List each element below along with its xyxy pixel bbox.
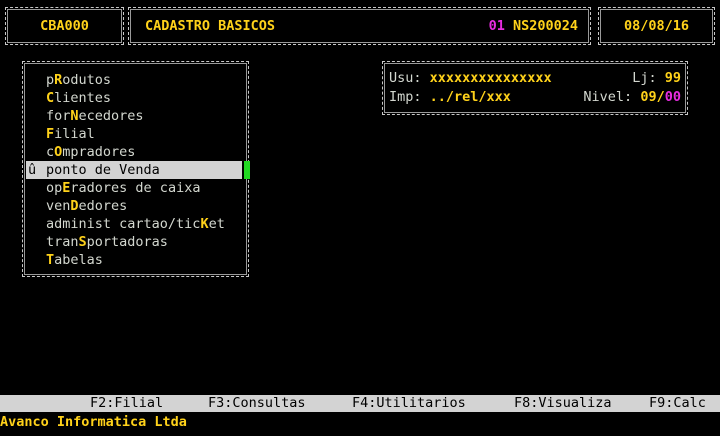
- level-max: 00: [664, 89, 681, 105]
- menu-item-hotkey: T: [46, 252, 55, 268]
- menu-item-label-end: edores: [78, 198, 128, 214]
- menu-item-label-start: ven: [46, 198, 71, 214]
- printer-row: Imp: ../rel/xxx Nivel: 09/00: [389, 88, 681, 107]
- user-value: xxxxxxxxxxxxxxx: [429, 70, 552, 86]
- menu-item-label-start: c: [46, 144, 55, 160]
- printer-label: Imp:: [389, 89, 422, 105]
- menu-item-label-end: portadoras: [86, 234, 168, 250]
- menu-item-label-end: enda: [127, 162, 160, 178]
- function-key-2[interactable]: F3:Consultas: [208, 395, 306, 412]
- menu-item-hotkey: K: [200, 216, 209, 232]
- menu-item[interactable]: forNecedores: [23, 107, 248, 125]
- program-code-box: CBA000: [5, 7, 124, 45]
- menu-item-label-start: administ cartao/tic: [46, 216, 201, 232]
- function-key-4[interactable]: F8:Visualiza: [514, 395, 612, 412]
- menu-item[interactable]: cOmpradores: [23, 143, 248, 161]
- level-label: Nivel:: [583, 89, 633, 105]
- menu-item-hotkey: N: [70, 108, 79, 124]
- program-code: CBA000: [40, 18, 89, 34]
- company-code: 01: [488, 18, 505, 34]
- session-info-panel: Usu: xxxxxxxxxxxxxxx Lj: 99 Imp: ../rel/…: [382, 61, 688, 115]
- menu-item-label-end: ilial: [54, 126, 95, 142]
- menu-item-label-end: ecedores: [78, 108, 144, 124]
- selection-marker: û: [28, 162, 37, 178]
- menu-item-hotkey: C: [46, 90, 55, 106]
- station-code: NS200024: [512, 18, 578, 34]
- menu-item[interactable]: Clientes: [23, 89, 248, 107]
- menu-item-label-end: et: [208, 216, 225, 232]
- store-value: 99: [664, 70, 681, 86]
- menu-item-label-end: radores de caixa: [70, 180, 201, 196]
- station-info: 01 NS200024: [489, 18, 578, 34]
- menu-item[interactable]: pRodutos: [23, 71, 248, 89]
- printer-value: ../rel/xxx: [429, 89, 511, 105]
- store-label: Lj:: [632, 70, 657, 86]
- menu-item[interactable]: opEradores de caixa: [23, 179, 248, 197]
- menu-item-label-end: lientes: [54, 90, 112, 106]
- menu-item-label-end: mpradores: [62, 144, 136, 160]
- title-box: CADASTRO BASICOS 01 NS200024: [128, 7, 591, 45]
- function-key-bar: F2:Filial F3:Consultas F4:Utilitarios F8:Vi…: [0, 395, 720, 412]
- menu-item[interactable]: û ponto de Venda: [26, 161, 250, 179]
- menu-item-hotkey: F: [46, 126, 55, 142]
- menu-item-label-start: ponto de: [46, 162, 120, 178]
- menu-item[interactable]: tranSportadoras: [23, 233, 248, 251]
- date-box: 08/08/16: [598, 7, 715, 45]
- menu-item[interactable]: Tabelas: [23, 251, 248, 269]
- menu-item-label-start: op: [46, 180, 63, 196]
- menu-item-label-end: abelas: [54, 252, 103, 268]
- current-date: 08/08/16: [623, 18, 690, 34]
- menu-item-hotkey: S: [78, 234, 87, 250]
- function-key-5[interactable]: F9:Calc: [649, 395, 706, 412]
- menu-item-hotkey: D: [70, 198, 79, 214]
- function-key-3[interactable]: F4:Utilitarios: [352, 395, 466, 412]
- level-separator: /: [656, 89, 665, 105]
- level-value: 09: [640, 89, 657, 105]
- user-row: Usu: xxxxxxxxxxxxxxx Lj: 99: [389, 69, 681, 88]
- menu-item-label-start: p: [46, 72, 55, 88]
- menu-item[interactable]: venDedores: [23, 197, 248, 215]
- menu-item-label-end: odutos: [62, 72, 112, 88]
- main-menu: pRodutos Clientes forNecedores Filial cOmpra…: [22, 61, 250, 277]
- function-key-1[interactable]: F2:Filial: [90, 395, 163, 412]
- text-cursor: [242, 161, 250, 179]
- menu-item-label-start: for: [46, 108, 71, 124]
- menu-item[interactable]: administ cartao/ticKet: [23, 215, 248, 233]
- screen-title: CADASTRO BASICOS: [145, 18, 276, 34]
- company-name: Avanco Informatica Ltda: [0, 414, 187, 430]
- user-label: Usu:: [389, 70, 422, 86]
- menu-item-label-start: tran: [46, 234, 79, 250]
- menu-item[interactable]: Filial: [23, 125, 248, 143]
